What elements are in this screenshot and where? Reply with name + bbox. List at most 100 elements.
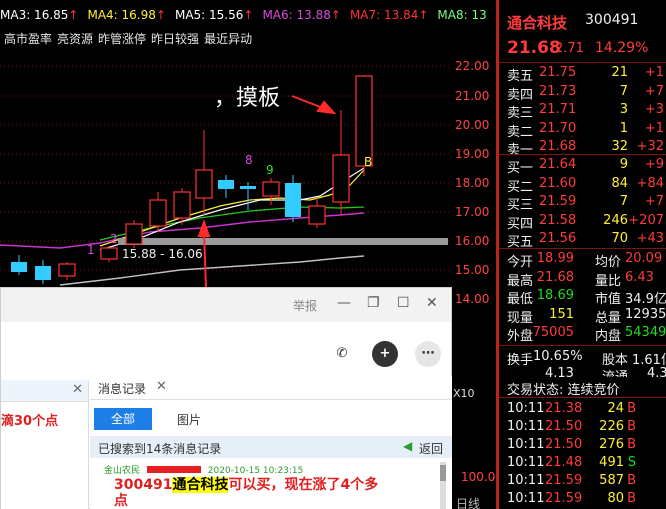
level-volume: 84 (611, 175, 628, 191)
stock-name: 通合科技 (507, 14, 568, 32)
close-icon[interactable]: ✕ (426, 295, 438, 311)
tick-price: 21.50 (545, 437, 583, 452)
back-link[interactable]: 返回 (419, 440, 443, 457)
tick-side: B (627, 473, 636, 488)
level-label: 卖二 (507, 124, 534, 140)
filter-menu-item[interactable]: 亮资源 (57, 32, 93, 46)
tick-time: 10:11 (507, 473, 545, 488)
stat-value: 75005 (532, 325, 574, 340)
message-meta: 金山农民 2020-10-15 10:23:15 (104, 463, 303, 476)
level-change: +9 (644, 157, 664, 172)
stock-filter-menu[interactable]: 高市盈率 亮资源 昨管涨停 昨日较强 最近异动 (4, 30, 257, 47)
tick-volume: 276 (599, 437, 624, 452)
filter-menu-item[interactable]: 昨日较强 (151, 32, 199, 46)
x10-label: X10 (453, 387, 475, 400)
scrollbar-thumb[interactable] (440, 465, 446, 481)
level-volume: 9 (619, 157, 628, 172)
tick-row[interactable]: 10:11 21.50 226 B (507, 419, 666, 437)
price-axis-label: 14.00 (455, 292, 490, 306)
history-scrollbar[interactable] (440, 462, 446, 509)
level-price: 21.75 (539, 65, 577, 80)
ask-level: 卖三 21.71 3 +3 (507, 102, 666, 121)
filter-menu-item[interactable]: 最近异动 (204, 32, 252, 46)
tick-row[interactable]: 10:11 21.38 24 B (507, 401, 666, 419)
level-change: +1 (644, 120, 664, 136)
stat-value: 34.9亿 (625, 292, 666, 307)
stat-row: 最低 18.69 市值 34.9亿 (507, 288, 666, 307)
ma-legend-item: MA5: 15.56↑ (175, 8, 253, 22)
level-volume: 3 (619, 102, 628, 117)
restore-icon[interactable]: ❐ (367, 295, 380, 311)
stat-row: 外盘 75005 内盘 54349 (507, 325, 666, 344)
stat-row: 今开 18.99 均价 20.09 (507, 251, 666, 270)
stat-row: 现量 151 总量129354 (507, 307, 666, 326)
bid-level: 买五 21.56 70 +43 (507, 231, 666, 250)
kline-chart-pane[interactable]: MA3: 16.85↑ MA4: 16.98↑ MA5: 15.56↑ MA6: 13… (0, 0, 497, 509)
tick-price: 21.50 (545, 419, 583, 434)
search-result-bar: 已搜索到14条消息记录 ◀ 返回 (90, 436, 452, 458)
level-price: 21.56 (539, 231, 577, 246)
close-conversation-icon[interactable]: ✕ (72, 382, 83, 397)
price-axis-label: 19.00 (455, 147, 490, 161)
level-volume: 32 (611, 139, 628, 154)
level-price: 21.73 (539, 83, 577, 99)
tab-all[interactable]: 全部 (94, 408, 152, 430)
filter-menu-item[interactable]: 昨管涨停 (98, 32, 146, 46)
more-icon[interactable]: ⋯ (415, 341, 441, 367)
candle-mark-b: B (364, 155, 373, 169)
stat-label: 量比 (595, 273, 622, 289)
stat-value: 18.69 (536, 288, 574, 303)
tick-row[interactable]: 10:11 21.59 587 B (507, 473, 666, 491)
level-volume: 7 (619, 83, 628, 99)
tick-row[interactable]: 10:11 21.48 491 S (507, 455, 666, 473)
range-label: 15.88 - 16.06 (122, 247, 203, 261)
ma-legend-label: MA8: 13 (437, 8, 487, 22)
back-arrow-icon[interactable]: ◀ (403, 439, 412, 453)
float-a: 4.13 (545, 366, 574, 377)
conversation-tab-bar: ✕ (1, 380, 88, 402)
close-history-icon[interactable]: ✕ (156, 379, 167, 394)
period-label: 日线 (456, 497, 481, 509)
call-icon[interactable]: ✆ (329, 341, 355, 367)
stat-label: 今开 (507, 255, 534, 270)
chat-window[interactable]: 举报 — ❐ ☐ ✕ ✆ + ⋯ ✕ 滴30个点 消息记录 ✕ 全部 图片 已搜… (0, 287, 452, 509)
bid-level: 买一 21.64 9 +9 (507, 157, 666, 176)
price-axis-label: 22.00 (455, 59, 490, 73)
ma-legend-item: MA6: 13.88↑ (262, 8, 340, 22)
tick-row[interactable]: 10:11 21.50 276 B (507, 437, 666, 455)
candle-mark-1: 1 (87, 243, 95, 257)
ma-legend-label: MA4: 16.98 (87, 8, 156, 22)
annotation-text: ，摸板 (214, 86, 281, 111)
history-tab[interactable]: 消息记录 (98, 380, 146, 397)
tick-row[interactable]: 10:11 21.59 80 B (507, 491, 666, 509)
price-axis-label: 18.00 (455, 176, 490, 190)
filter-menu-item[interactable]: 高市盈率 (4, 32, 52, 46)
tick-volume: 587 (599, 473, 624, 488)
report-link[interactable]: 举报 (293, 297, 317, 314)
level-change: +84 (636, 175, 664, 191)
ask-level: 卖二 21.70 1 +1 (507, 120, 666, 140)
ask-level: 卖五 21.75 21 +1 (507, 65, 666, 84)
stat-label: 最高 (507, 273, 534, 289)
tick-time: 10:11 (507, 455, 545, 470)
chat-titlebar[interactable]: 举报 — ❐ ☐ ✕ (1, 288, 451, 322)
price-axis-label: 15.00 (455, 263, 490, 277)
tick-time: 10:11 (507, 491, 545, 506)
level-label: 卖四 (507, 87, 534, 103)
level-volume: 21 (611, 65, 628, 80)
message-history-panel[interactable]: 消息记录 ✕ 全部 图片 已搜索到14条消息记录 ◀ 返回 金山农民 2020-… (90, 376, 452, 509)
sender-name: 金山农民 (104, 466, 141, 476)
moving-average-legend: MA3: 16.85↑ MA4: 16.98↑ MA5: 15.56↑ MA6: 13… (0, 8, 496, 26)
tick-time: 10:11 (507, 401, 545, 416)
stat-value: 20.09 (625, 251, 663, 266)
level-change: +7 (644, 83, 664, 99)
level-label: 卖一 (507, 143, 534, 158)
add-icon[interactable]: + (372, 341, 398, 367)
maximize-icon[interactable]: ☐ (397, 295, 410, 311)
level-price: 21.58 (539, 212, 577, 228)
tab-pictures[interactable]: 图片 (177, 411, 201, 428)
stat-label: 内盘 (595, 329, 622, 344)
ma-legend-label: MA5: 15.56 (174, 8, 244, 22)
ma-trend-arrow: ↑ (330, 8, 341, 22)
minimize-icon[interactable]: — (337, 295, 351, 311)
